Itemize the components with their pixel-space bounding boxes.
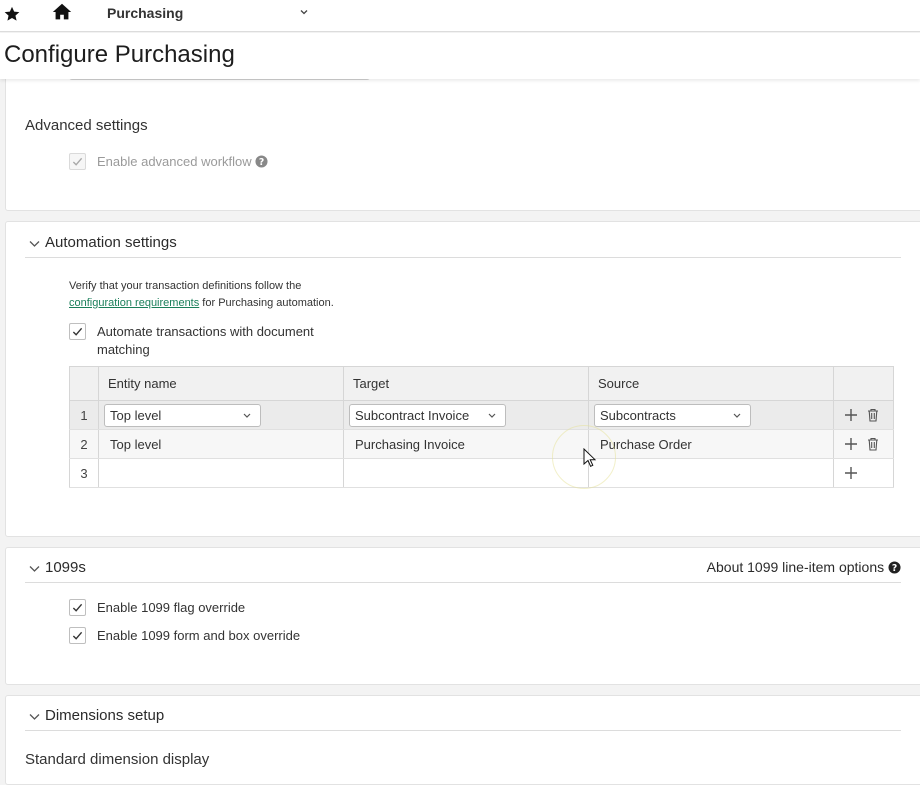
1099s-card: 1099s About 1099 line-item options ? Ena…: [5, 547, 920, 685]
actions-cell: [833, 400, 894, 430]
row-number: 1: [69, 400, 99, 430]
row-number-header: [69, 366, 99, 401]
check-icon: [72, 631, 83, 640]
mouse-cursor-icon: [583, 448, 597, 467]
standard-dimension-display-title: Standard dimension display: [25, 751, 210, 768]
1099s-section-header[interactable]: 1099s About 1099 line-item options ?: [25, 553, 901, 583]
actions-cell: [833, 458, 894, 488]
dimensions-section-title: Dimensions setup: [45, 707, 165, 724]
chevron-down-icon[interactable]: [29, 713, 40, 721]
source-select-value: Subcontracts: [600, 408, 676, 423]
automation-settings-card: Automation settings Verify that your tra…: [5, 221, 920, 537]
table-row[interactable]: 1 Top level Subcontract Invoice Subcontr…: [69, 400, 894, 430]
plus-icon[interactable]: [844, 437, 858, 451]
source-cell[interactable]: [588, 458, 834, 488]
entity-select[interactable]: Top level: [104, 404, 261, 427]
actions-cell: [833, 429, 894, 459]
app-title[interactable]: Purchasing: [107, 5, 183, 21]
about-1099-link[interactable]: About 1099 line-item options ?: [707, 559, 901, 575]
target-cell[interactable]: Subcontract Invoice: [343, 400, 589, 430]
about-1099-text: About 1099 line-item options: [706, 559, 885, 575]
intro-text-end: for Purchasing automation.: [199, 297, 334, 309]
row-number: 2: [69, 429, 99, 459]
configuration-requirements-link[interactable]: configuration requirements: [69, 297, 199, 309]
help-icon[interactable]: ?: [888, 561, 901, 574]
top-navigation-bar: Purchasing: [0, 0, 920, 32]
check-icon: [72, 327, 83, 336]
home-icon[interactable]: [51, 1, 73, 23]
svg-text:?: ?: [259, 157, 264, 168]
star-icon[interactable]: [3, 5, 21, 23]
entity-cell[interactable]: Top level: [98, 400, 344, 430]
advanced-workflow-label: Enable advanced workflow ?: [97, 153, 268, 171]
document-matching-grid: Entity name Target Source 1 Top level Su…: [69, 366, 894, 488]
automate-transactions-checkbox[interactable]: [69, 323, 86, 340]
plus-icon[interactable]: [844, 408, 858, 422]
trash-icon[interactable]: [866, 437, 880, 451]
source-cell[interactable]: Purchase Order: [588, 429, 834, 459]
chevron-down-icon: [488, 413, 496, 418]
check-icon: [72, 157, 83, 166]
chevron-down-icon: [243, 413, 251, 418]
target-select[interactable]: Subcontract Invoice: [349, 404, 506, 427]
automation-section-title: Automation settings: [45, 234, 177, 251]
source-select[interactable]: Subcontracts: [594, 404, 751, 427]
general-settings-card: Advanced settings Enable advanced workfl…: [5, 70, 920, 211]
1099-flag-override-checkbox[interactable]: [69, 599, 86, 616]
target-header[interactable]: Target: [343, 366, 589, 401]
advanced-workflow-text: Enable advanced workflow: [97, 154, 252, 169]
target-select-value: Subcontract Invoice: [355, 408, 470, 423]
dimensions-setup-card: Dimensions setup Standard dimension disp…: [5, 695, 920, 785]
page-title: Configure Purchasing: [4, 41, 235, 68]
chevron-down-icon[interactable]: [299, 7, 309, 17]
advanced-settings-title: Advanced settings: [25, 117, 148, 134]
advanced-workflow-checkbox[interactable]: [69, 153, 86, 170]
table-row[interactable]: 2 Top level Purchasing Invoice Purchase …: [69, 429, 894, 459]
1099s-section-title: 1099s: [45, 559, 86, 576]
check-icon: [72, 603, 83, 612]
chevron-down-icon[interactable]: [29, 240, 40, 248]
chevron-down-icon: [733, 413, 741, 418]
trash-icon[interactable]: [866, 408, 880, 422]
help-icon[interactable]: ?: [255, 155, 268, 168]
1099-form-box-override-label: Enable 1099 form and box override: [97, 628, 301, 643]
automation-intro: Verify that your transaction definitions…: [69, 278, 369, 312]
plus-icon[interactable]: [844, 466, 858, 480]
source-header[interactable]: Source: [588, 366, 834, 401]
grid-header-row: Entity name Target Source: [69, 366, 894, 401]
intro-text: Verify that your transaction definitions…: [69, 280, 302, 292]
1099-form-box-override-checkbox[interactable]: [69, 627, 86, 644]
chevron-down-icon[interactable]: [29, 565, 40, 573]
1099-flag-override-label: Enable 1099 flag override: [97, 600, 246, 615]
actions-header: [833, 366, 894, 401]
automation-section-header[interactable]: Automation settings: [25, 228, 901, 258]
entity-cell[interactable]: [98, 458, 344, 488]
svg-text:?: ?: [892, 563, 897, 574]
table-row[interactable]: 3: [69, 458, 894, 488]
entity-select-value: Top level: [110, 408, 162, 423]
dimensions-section-header[interactable]: Dimensions setup: [25, 701, 901, 731]
page-title-bar: Configure Purchasing: [0, 33, 920, 79]
automate-transactions-label: Automate transactions with document matc…: [97, 324, 314, 357]
entity-name-header[interactable]: Entity name: [98, 366, 344, 401]
source-cell[interactable]: Subcontracts: [588, 400, 834, 430]
entity-cell[interactable]: Top level: [98, 429, 344, 459]
row-number: 3: [69, 458, 99, 488]
